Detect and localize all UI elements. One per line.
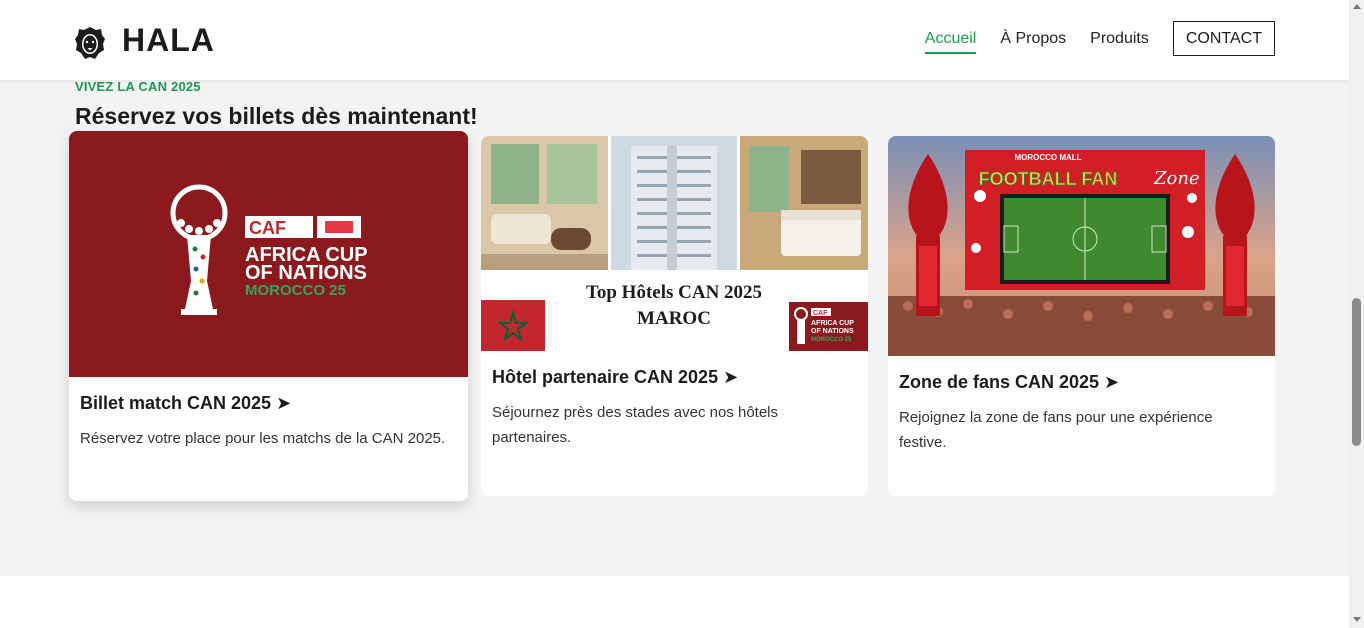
- caf-text: CAF: [249, 218, 286, 238]
- section-eyebrow: VIVEZ LA CAN 2025: [75, 79, 201, 94]
- afcon-line2: OF NATIONS: [245, 262, 367, 284]
- card-description: Séjournez près des stades avec nos hôtel…: [492, 404, 779, 446]
- product-card-hotel[interactable]: Top Hôtels CAN 2025 MAROC CAF AFRICA CUP…: [481, 136, 868, 496]
- afcon-line3: MOROCCO 25: [245, 282, 346, 299]
- product-card-billet[interactable]: CAF AFRICA CUP OF NATIONS MOROCCO 25 Bil…: [69, 131, 468, 501]
- fan-zone-image: MOROCCO MALL FOOTBALL FAN Zone: [888, 136, 1275, 356]
- card-title[interactable]: Hôtel partenaire CAN 2025 ➤: [492, 367, 857, 388]
- card-description: Rejoignez la zone de fans pour une expér…: [899, 409, 1213, 451]
- svg-text:OF NATIONS: OF NATIONS: [811, 328, 854, 335]
- nav-link-a-propos[interactable]: À Propos: [1000, 24, 1066, 54]
- svg-text:MOROCCO 25: MOROCCO 25: [811, 337, 852, 343]
- product-card-fan-zone[interactable]: MOROCCO MALL FOOTBALL FAN Zone Zone de f…: [888, 136, 1275, 496]
- fanzone-script-text: Zone: [1153, 168, 1200, 189]
- contact-button[interactable]: CONTACT: [1172, 21, 1275, 56]
- can-2025-logo-image: CAF AFRICA CUP OF NATIONS MOROCCO 25: [69, 131, 468, 377]
- nav-link-produits[interactable]: Produits: [1090, 24, 1149, 54]
- card-title[interactable]: Zone de fans CAN 2025 ➤: [899, 372, 1264, 393]
- scroll-up-arrow-icon[interactable]: [1353, 4, 1361, 9]
- vertical-scrollbar[interactable]: [1349, 0, 1364, 628]
- hotels-heading-1: Top Hôtels CAN 2025: [586, 282, 762, 303]
- nav-link-accueil[interactable]: Accueil: [924, 24, 977, 54]
- card-description: Réservez votre place pour les matchs de …: [80, 430, 446, 447]
- lion-head-icon: [75, 27, 105, 59]
- scrollbar-thumb[interactable]: [1352, 298, 1361, 446]
- hotels-heading-2: MAROC: [637, 308, 711, 329]
- fanzone-mall-text: MOROCCO MALL: [1014, 153, 1081, 162]
- scroll-down-arrow-icon[interactable]: [1353, 617, 1361, 622]
- logo-link[interactable]: [74, 26, 106, 60]
- section-title: Réservez vos billets dès maintenant!: [75, 103, 478, 129]
- fanzone-banner-text: FOOTBALL FAN: [979, 169, 1118, 189]
- brand-name[interactable]: HALA: [122, 22, 215, 59]
- site-header: HALA Accueil À Propos Produits CONTACT: [0, 0, 1349, 80]
- main-nav: Accueil À Propos Produits CONTACT: [901, 21, 1275, 56]
- card-title[interactable]: Billet match CAN 2025 ➤: [80, 393, 457, 414]
- svg-text:AFRICA CUP: AFRICA CUP: [811, 320, 854, 327]
- page-footer-band: [0, 576, 1349, 628]
- svg-text:CAF: CAF: [813, 310, 828, 317]
- hotels-collage-image: Top Hôtels CAN 2025 MAROC CAF AFRICA CUP…: [481, 136, 868, 351]
